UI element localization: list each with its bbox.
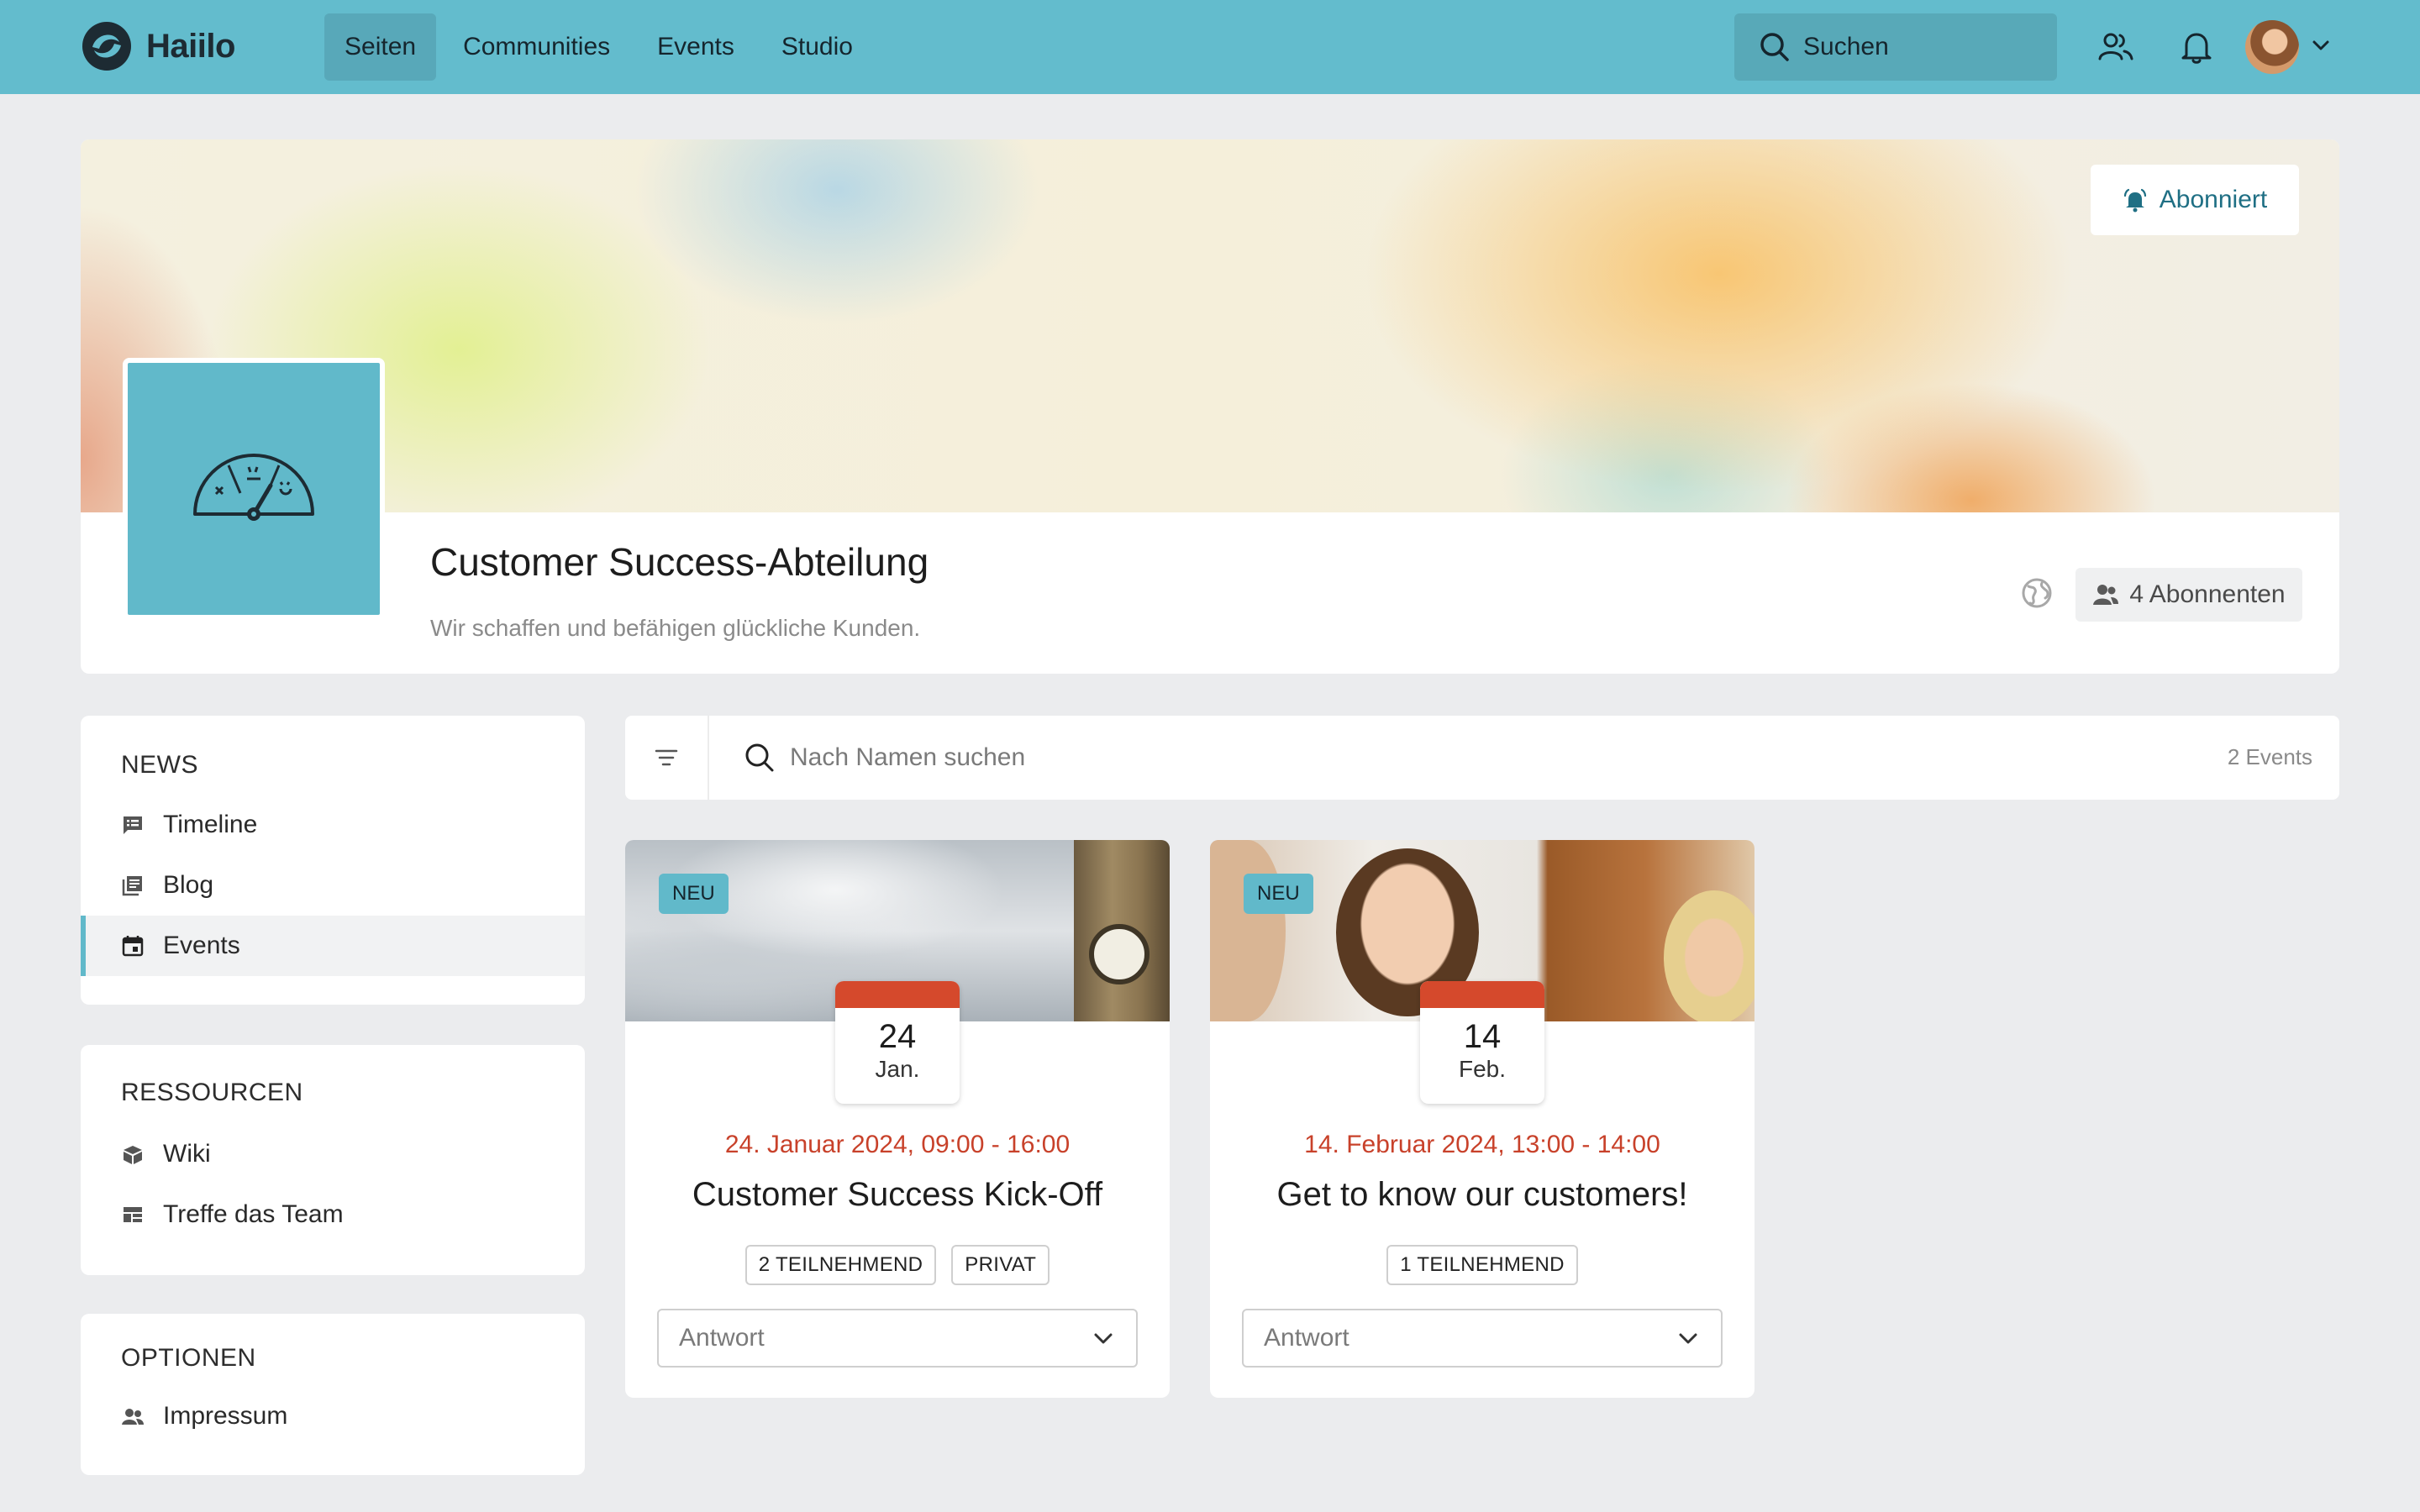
cover-image [81, 139, 2339, 512]
search-icon [745, 743, 774, 772]
sidebar-section-optionen: OPTIONEN Impressum [81, 1314, 585, 1475]
participants-chip[interactable]: 1 TEILNEHMEND [1386, 1245, 1578, 1285]
event-search-input[interactable] [790, 738, 2050, 778]
event-title[interactable]: Get to know our customers! [1210, 1176, 1754, 1214]
person-shape [1664, 890, 1754, 1021]
event-count: 2 Events [2227, 744, 2312, 769]
answer-placeholder: Antwort [1264, 1324, 1349, 1352]
speedometer-icon [193, 454, 314, 521]
person-shape [1210, 840, 1286, 1021]
globe-icon [2022, 578, 2052, 608]
wiki-icon [124, 1146, 142, 1164]
sidebar-item-impressum[interactable]: Impressum [81, 1386, 585, 1446]
sidebar-item-label: Events [163, 932, 240, 959]
event-chips: 2 TEILNEHMEND PRIVAT [625, 1245, 1170, 1285]
avatar[interactable] [2245, 20, 2299, 74]
nav-item-events[interactable]: Events [637, 13, 755, 81]
timeline-icon [124, 816, 142, 834]
sidebar-item-label: Treffe das Team [163, 1200, 344, 1228]
blog-icon [122, 876, 142, 896]
sidebar-heading: RESSOURCEN [121, 1079, 303, 1106]
people-icon [122, 1409, 144, 1425]
bell-ring-icon [2123, 188, 2146, 213]
event-title[interactable]: Customer Success Kick-Off [625, 1176, 1170, 1214]
team-table-icon [124, 1207, 142, 1222]
chevron-down-icon[interactable] [2309, 34, 2333, 57]
sidebar-item-wiki[interactable]: Wiki [81, 1124, 585, 1184]
nav-item-studio[interactable]: Studio [761, 13, 873, 81]
date-tile: 14 Feb. [1420, 981, 1544, 1104]
people-icon[interactable] [2097, 29, 2134, 66]
nav-item-seiten[interactable]: Seiten [324, 13, 437, 81]
sidebar-item-blog[interactable]: Blog [81, 855, 585, 916]
chevron-down-icon [1679, 1333, 1697, 1344]
haiilo-logo-icon [82, 22, 131, 71]
answer-dropdown[interactable]: Antwort [657, 1309, 1138, 1368]
app-name: Haiilo [146, 27, 235, 65]
private-chip: PRIVAT [951, 1245, 1050, 1285]
chevron-down-icon [1094, 1333, 1113, 1344]
event-datetime: 14. Februar 2024, 13:00 - 14:00 [1304, 1131, 1660, 1158]
sidebar-item-events[interactable]: Events [81, 916, 585, 976]
subscribers-button[interactable]: 4 Abonnenten [2075, 568, 2302, 622]
subscribers-label: 4 Abonnenten [2129, 580, 2286, 608]
sidebar-heading: NEWS [121, 751, 198, 779]
date-tile-band [835, 981, 960, 1008]
sidebar-item-label: Wiki [163, 1140, 211, 1168]
subscribed-label: Abonniert [2159, 186, 2268, 213]
event-chips: 1 TEILNEHMEND [1210, 1245, 1754, 1285]
date-tile-band [1420, 981, 1544, 1008]
people-icon [2093, 585, 2119, 605]
sidebar-item-label: Timeline [163, 811, 258, 838]
date-day: 14 [1463, 1018, 1502, 1055]
search-icon [1760, 33, 1789, 61]
answer-placeholder: Antwort [679, 1324, 765, 1352]
sidebar-item-label: Blog [163, 871, 214, 899]
page-subtitle: Wir schaffen und befähigen glückliche Ku… [430, 615, 921, 641]
global-search-button[interactable]: Suchen [1734, 13, 2057, 81]
participants-chip[interactable]: 2 TEILNEHMEND [744, 1245, 937, 1285]
clock-face-shape [1089, 924, 1150, 984]
top-navigation-bar: Haiilo Seiten Communities Events Studio … [0, 0, 2420, 94]
answer-dropdown[interactable]: Antwort [1242, 1309, 1723, 1368]
sidebar-item-timeline[interactable]: Timeline [81, 795, 585, 855]
sidebar-item-label: Impressum [163, 1402, 288, 1430]
date-month: Jan. [875, 1056, 920, 1082]
new-badge: NEU [1244, 874, 1313, 914]
sidebar-section-news: NEWS Timeline Blog Events [81, 716, 585, 1005]
main-nav: Seiten Communities Events Studio [324, 13, 880, 81]
page-avatar [123, 358, 385, 620]
sidebar-section-ressourcen: RESSOURCEN Wiki Treffe das Team [81, 1045, 585, 1275]
sidebar-item-treffe-das-team[interactable]: Treffe das Team [81, 1184, 585, 1245]
haiilo-logo[interactable]: Haiilo [81, 20, 235, 72]
subscribed-button[interactable]: Abonniert [2091, 165, 2299, 235]
page-title: Customer Success-Abteilung [430, 540, 929, 584]
event-datetime: 24. Januar 2024, 09:00 - 16:00 [724, 1131, 1071, 1158]
event-card[interactable]: NEU 24 Jan. 24. Januar 2024, 09:00 - 16:… [625, 840, 1170, 1398]
date-month: Feb. [1458, 1056, 1507, 1082]
calendar-icon [122, 936, 144, 957]
new-badge: NEU [659, 874, 729, 914]
events-filter-bar: 2 Events [625, 716, 2339, 800]
bell-icon[interactable] [2178, 29, 2215, 66]
date-day: 24 [878, 1018, 917, 1055]
nav-item-communities[interactable]: Communities [443, 13, 630, 81]
date-tile: 24 Jan. [835, 981, 960, 1104]
sidebar-heading: OPTIONEN [121, 1344, 256, 1372]
filter-icon [655, 749, 678, 766]
search-label: Suchen [1803, 33, 1889, 60]
filter-button[interactable] [625, 716, 709, 800]
page-header-card: Abonniert Customer Success-Abteilung Wir… [81, 139, 2339, 674]
event-card[interactable]: NEU 14 Feb. 14. Februar 2024, 13:00 - 14… [1210, 840, 1754, 1398]
